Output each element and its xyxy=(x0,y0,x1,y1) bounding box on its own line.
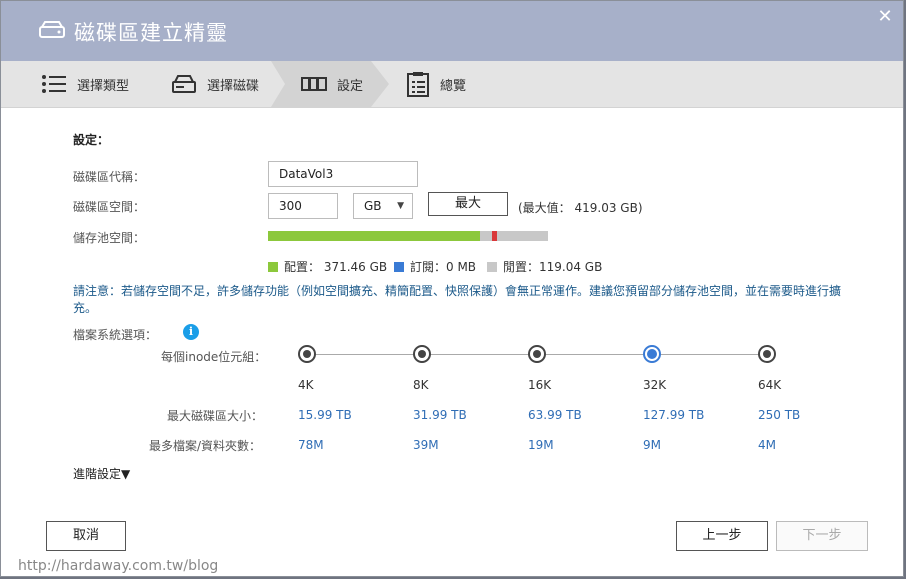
alias-label: 磁碟區代稱： xyxy=(73,170,146,184)
inode-size-64k: 64K xyxy=(758,378,782,392)
clipboard-icon xyxy=(407,72,429,97)
legend-allocated: 配置： 371.46 GB xyxy=(268,258,387,275)
pool-usage-bar xyxy=(268,231,548,241)
capacity-input[interactable]: 300 xyxy=(268,193,338,219)
max-value-text: (最大值： 419.03 GB) xyxy=(518,201,643,215)
reserved-swatch xyxy=(394,261,404,272)
disk-icon xyxy=(172,75,196,93)
inode-option-8k[interactable] xyxy=(413,345,431,363)
capacity-label: 磁碟區空間： xyxy=(73,200,146,214)
watermark-text: http://hardaway.com.tw/blog xyxy=(18,558,219,574)
pool-allocated-fill xyxy=(268,231,480,241)
step-select-disk: 選擇磁碟 xyxy=(171,61,259,107)
inode-size-16k: 16K xyxy=(528,378,552,392)
inode-option-16k[interactable] xyxy=(528,345,546,363)
close-button[interactable]: ✕ xyxy=(877,8,893,26)
inode-label: 每個inode位元組： xyxy=(161,350,267,364)
storage-notice: 請注意：若儲存空間不足，許多儲存功能（例如空間擴充、精簡配置、快照保護）會無正常… xyxy=(73,284,842,315)
max-size-16k: 63.99 TB xyxy=(528,408,582,422)
max-files-64k: 4M xyxy=(758,438,776,452)
max-size-8k: 31.99 TB xyxy=(413,408,467,422)
legend-text: 配置： 371.46 GB xyxy=(284,260,388,274)
max-size-64k: 250 TB xyxy=(758,408,801,422)
back-button[interactable]: 上一步 xyxy=(676,521,768,551)
alias-input[interactable]: DataVol3 xyxy=(268,161,418,187)
capacity-unit-select[interactable]: GB ▼ xyxy=(353,193,413,219)
step-label: 總覽 xyxy=(440,78,467,94)
legend-text: 閒置：119.04 GB xyxy=(503,260,603,274)
legend-text: 訂閱：0 MB xyxy=(410,260,477,274)
max-button[interactable]: 最大 xyxy=(428,192,508,216)
step-label: 選擇類型 xyxy=(77,78,130,94)
max-size-4k: 15.99 TB xyxy=(298,408,352,422)
step-summary: 總覽 xyxy=(406,61,466,107)
radio-dot xyxy=(303,350,311,358)
max-files-16k: 19M xyxy=(528,438,554,452)
max-size-label: 最大磁碟區大小： xyxy=(167,409,264,423)
inode-option-4k[interactable] xyxy=(298,345,316,363)
step-select-type: 選擇類型 xyxy=(41,61,129,107)
legend-reserved: 訂閱：0 MB xyxy=(394,258,476,275)
inode-size-4k: 4K xyxy=(298,378,314,392)
inode-option-32k[interactable] xyxy=(643,345,661,363)
dialog-title: 磁碟區建立精靈 xyxy=(74,21,228,45)
step-settings: 設定 xyxy=(301,61,363,107)
radio-dot xyxy=(763,350,771,358)
max-size-32k: 127.99 TB xyxy=(643,408,705,422)
radio-dot xyxy=(418,350,426,358)
radio-dot xyxy=(533,350,541,358)
drive-icon xyxy=(39,21,65,38)
section-title: 設定： xyxy=(73,133,110,147)
step-label: 選擇磁碟 xyxy=(207,78,260,94)
filesystem-label: 檔案系統選項： xyxy=(73,328,158,342)
max-files-8k: 39M xyxy=(413,438,439,452)
list-icon xyxy=(42,75,66,93)
title-bar: 磁碟區建立精靈 ✕ xyxy=(1,1,903,61)
radio-dot xyxy=(647,349,657,359)
max-files-4k: 78M xyxy=(298,438,324,452)
allocated-swatch xyxy=(268,261,278,272)
max-files-32k: 9M xyxy=(643,438,661,452)
inode-size-8k: 8K xyxy=(413,378,429,392)
next-button[interactable]: 下一步 xyxy=(776,521,868,551)
max-files-label: 最多檔案/資料夾數： xyxy=(149,439,262,453)
chevron-down-icon: ▼ xyxy=(397,201,404,211)
pool-label: 儲存池空間： xyxy=(73,231,146,245)
settings-icon xyxy=(301,77,327,91)
cancel-button[interactable]: 取消 xyxy=(46,521,126,551)
pool-new-volume-marker xyxy=(492,231,497,241)
wizard-steps: 選擇類型 選擇磁碟 設定 總覽 xyxy=(1,61,903,108)
unit-value: GB xyxy=(364,199,382,213)
step-label: 設定 xyxy=(337,78,364,94)
volume-wizard-dialog: 磁碟區建立精靈 ✕ 選擇類型 選擇磁碟 設定 總覽 設定： 磁碟區代稱： Dat… xyxy=(0,0,904,577)
legend-free: 閒置：119.04 GB xyxy=(487,258,602,275)
inode-size-32k: 32K xyxy=(643,378,667,392)
advanced-settings-toggle[interactable]: 進階設定▼ xyxy=(73,465,130,482)
info-icon[interactable]: i xyxy=(183,324,199,340)
inode-option-64k[interactable] xyxy=(758,345,776,363)
free-swatch xyxy=(487,261,497,272)
